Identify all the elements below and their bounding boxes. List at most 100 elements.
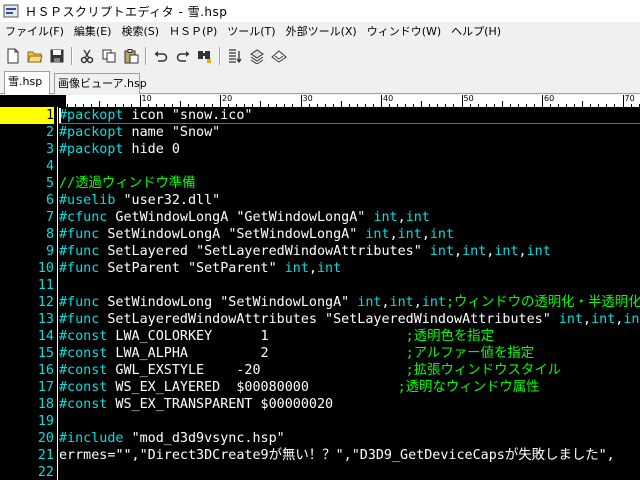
- code-token: ;ウィンドウの透明化・半透明化: [446, 295, 640, 310]
- code-token: #func: [59, 227, 100, 242]
- line-code: #const GWL_EXSTYLE -20 ;拡張ウィンドウスタイル: [59, 362, 561, 379]
- code-token: SetWindowLong: [99, 295, 221, 310]
- toolbar-separator: [71, 47, 73, 65]
- code-token: int: [317, 261, 342, 276]
- menu-tools[interactable]: ツール(T): [222, 22, 280, 42]
- code-token: #const: [59, 346, 108, 361]
- code-token: #include: [59, 431, 124, 446]
- code-line[interactable]: 7 #cfunc GetWindowLongA "GetWindowLongA" …: [0, 209, 640, 226]
- new-file-button[interactable]: [2, 45, 24, 67]
- open-file-button[interactable]: [24, 45, 46, 67]
- line-number: 10: [37, 261, 54, 276]
- code-line[interactable]: 18 #const WS_EX_TRANSPARENT $00000020: [0, 396, 640, 413]
- help-button[interactable]: [268, 45, 290, 67]
- code-line[interactable]: 5 //透過ウィンドウ準備: [0, 175, 640, 192]
- code-token: ,: [308, 261, 317, 276]
- code-token: int: [365, 227, 390, 242]
- code-token: "mod_d3d9vsync.hsp": [131, 431, 285, 446]
- menu-help[interactable]: ヘルプ(H): [446, 22, 506, 42]
- menu-file[interactable]: ファイル(F): [0, 22, 69, 42]
- code-token: ,: [421, 227, 430, 242]
- code-token: int: [284, 261, 309, 276]
- code-token: "SetLayeredWindowAttributes": [196, 244, 422, 259]
- menu-edit[interactable]: 編集(E): [69, 22, 117, 42]
- code-token: #func: [59, 244, 100, 259]
- column-ruler: 0 10 20 30 40 50 60 70: [0, 95, 640, 107]
- line-number: 8: [45, 227, 54, 242]
- tab-snow-hsp[interactable]: 雪.hsp: [4, 71, 50, 95]
- menu-search[interactable]: 検索(S): [116, 22, 164, 42]
- code-line[interactable]: 11: [0, 277, 640, 294]
- menu-window[interactable]: ウィンドウ(W): [362, 22, 446, 42]
- line-number: 16: [37, 363, 54, 378]
- open-folder-icon: [27, 51, 43, 63]
- code-token: name: [123, 125, 172, 140]
- code-token: icon: [123, 108, 172, 123]
- line-code: #const LWA_COLORKEY 1 ;透明色を指定: [59, 328, 494, 345]
- line-number: 5: [45, 176, 54, 191]
- undo-button[interactable]: [150, 45, 172, 67]
- tab-image-viewer-hsp[interactable]: 画像ビューア.hsp: [54, 73, 147, 94]
- tab-label: 雪.hsp: [8, 75, 43, 88]
- paste-button[interactable]: [120, 45, 142, 67]
- code-token: ;透明なウィンドウ属性: [397, 380, 540, 395]
- code-line[interactable]: 16 #const GWL_EXSTYLE -20 ;拡張ウィンドウスタイル: [0, 362, 640, 379]
- help-icon: [271, 50, 287, 63]
- code-token: ;透明色を指定: [405, 329, 495, 344]
- paste-icon: [124, 49, 139, 64]
- ruler-label: 60: [544, 95, 555, 103]
- code-line[interactable]: 21 errmes="","Direct3DCreate9が無い！？","D3D9…: [0, 447, 640, 464]
- code-token: #func: [59, 261, 100, 276]
- ruler-tick: [461, 95, 463, 107]
- save-button[interactable]: [46, 45, 68, 67]
- line-number: 19: [37, 414, 54, 429]
- ruler-label: 50: [463, 95, 474, 103]
- code-line[interactable]: 9 #func SetLayered "SetLayeredWindowAttri…: [0, 243, 640, 260]
- compile-button[interactable]: [246, 45, 268, 67]
- app-icon: [3, 4, 19, 18]
- code-editor[interactable]: 0 10 20 30 40 50 60 70 1 #packopt icon "snow.ico…: [0, 95, 640, 480]
- find-button[interactable]: [194, 45, 216, 67]
- code-line[interactable]: 14 #const LWA_COLORKEY 1 ;透明色を指定: [0, 328, 640, 345]
- code-line[interactable]: 22: [0, 464, 640, 480]
- line-number: 14: [37, 329, 54, 344]
- code-token: #const: [59, 329, 108, 344]
- line-code: #include "mod_d3d9vsync.hsp": [59, 430, 285, 447]
- line-number: 17: [37, 380, 54, 395]
- redo-button[interactable]: [172, 45, 194, 67]
- line-number: 3: [45, 142, 54, 157]
- ruler-tick: [381, 95, 382, 107]
- cut-button[interactable]: [76, 45, 98, 67]
- code-line[interactable]: 17 #const WS_EX_LAYERED $00080000 ;透明なウィン…: [0, 379, 640, 396]
- code-line[interactable]: 4: [0, 158, 640, 175]
- code-line[interactable]: 19: [0, 413, 640, 430]
- menu-hsp[interactable]: ＨＳＰ(P): [164, 22, 222, 42]
- code-token: "snow.ico": [171, 108, 253, 123]
- menu-external-tools[interactable]: 外部ツール(X): [281, 22, 362, 42]
- code-line[interactable]: 2 #packopt name "Snow": [0, 124, 640, 141]
- line-number: 15: [37, 346, 54, 361]
- copy-button[interactable]: [98, 45, 120, 67]
- line-code: #func SetWindowLongA "SetWindowLongA" in…: [59, 226, 454, 243]
- code-line[interactable]: 15 #const LWA_ALPHA 2 ;アルファー値を指定: [0, 345, 640, 362]
- cut-icon: [80, 49, 94, 64]
- code-token: "GetWindowLongA": [236, 210, 366, 225]
- code-token: WS_EX_TRANSPARENT $00000020: [107, 397, 334, 412]
- code-token: #const: [59, 363, 108, 378]
- code-line[interactable]: 1 #packopt icon "snow.ico": [0, 107, 640, 124]
- redo-icon: [176, 51, 190, 62]
- code-line[interactable]: 8 #func SetWindowLongA "SetWindowLongA" i…: [0, 226, 640, 243]
- code-lines: 1 #packopt icon "snow.ico" 2 #packopt name …: [0, 107, 640, 480]
- code-line[interactable]: 3 #packopt hide 0: [0, 141, 640, 158]
- code-token: int: [357, 295, 382, 310]
- code-line[interactable]: 10 #func SetParent "SetParent" int,int: [0, 260, 640, 277]
- code-line[interactable]: 13 #func SetLayeredWindowAttributes "SetL…: [0, 311, 640, 328]
- code-line[interactable]: 6 #uselib "user32.dll": [0, 192, 640, 209]
- code-line[interactable]: 20 #include "mod_d3d9vsync.hsp": [0, 430, 640, 447]
- code-token: int: [558, 312, 584, 327]
- run-list-button[interactable]: [224, 45, 246, 67]
- ruler-label: 40: [383, 95, 394, 103]
- code-line[interactable]: 12 #func SetWindowLong "SetWindowLongA" i…: [0, 294, 640, 311]
- toolbar: [0, 43, 640, 69]
- ruler-tick: [542, 95, 543, 107]
